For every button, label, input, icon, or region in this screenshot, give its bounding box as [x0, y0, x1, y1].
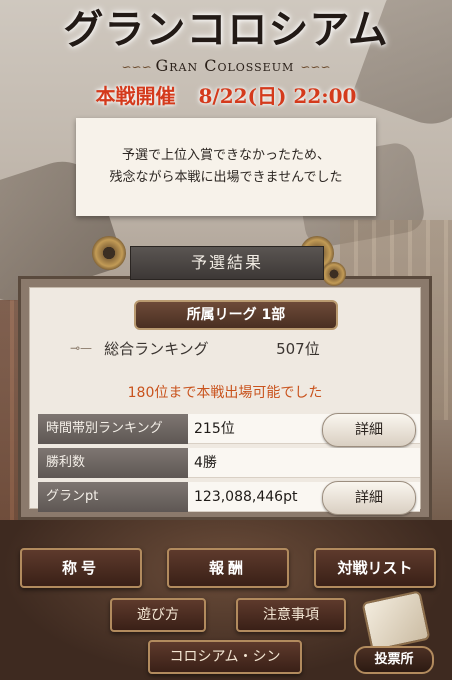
logo-subtitle: ∽∽∽ Gran Colosseum ∽∽∽: [0, 56, 452, 75]
vote-label: 投票所: [354, 646, 434, 674]
stat-label: 時間帯別ランキング: [38, 414, 188, 444]
event-schedule: 本戦開催 8/22(日) 22:00: [0, 80, 452, 109]
battle-list-button[interactable]: 対戦リスト: [314, 548, 436, 588]
vote-button[interactable]: 投票所: [352, 590, 434, 678]
reward-button[interactable]: 報酬: [167, 548, 289, 588]
overall-ranking-value: 507位: [276, 339, 320, 358]
results-tab-title: 予選結果: [130, 246, 324, 280]
results-panel: 所属リーグ 1部 ⊸— 総合ランキング 507位 180位まで本戦出場可能でした…: [18, 276, 432, 520]
stat-label: 勝利数: [38, 448, 188, 478]
overall-ranking-label: 総合ランキング: [104, 339, 209, 358]
how-to-play-button[interactable]: 遊び方: [110, 598, 206, 632]
ornament-icon: ⊸—: [70, 341, 93, 355]
results-panel-body: 所属リーグ 1部 ⊸— 総合ランキング 507位 180位まで本戦出場可能でした…: [29, 287, 421, 515]
gran-pt-detail-button[interactable]: 詳細: [322, 481, 416, 515]
gear-icon: [322, 262, 346, 286]
qualification-note: 180位まで本戦出場可能でした: [127, 385, 323, 401]
logo-subtitle-text: Gran Colosseum: [155, 56, 295, 75]
ornament-icon: ∽∽∽: [121, 60, 156, 74]
event-datetime: 8/22(日) 22:00: [198, 84, 357, 108]
gear-icon: [92, 236, 126, 270]
stat-row-wins: 勝利数 4勝: [38, 448, 420, 478]
overall-ranking: ⊸— 総合ランキング 507位: [70, 334, 390, 362]
time-ranking-detail-button[interactable]: 詳細: [322, 413, 416, 447]
notice-line: 予選で上位入賞できなかったため、: [121, 148, 330, 163]
logo-title: グランコロシアム: [63, 6, 389, 53]
stat-value: 4勝: [188, 448, 420, 478]
ornament-icon: ∽∽∽: [300, 60, 331, 74]
colosseum-scene-button[interactable]: コロシアム・シン: [148, 640, 302, 674]
stat-row-time-ranking: 時間帯別ランキング 215位 詳細: [38, 413, 420, 447]
title-button[interactable]: 称号: [20, 548, 142, 588]
stat-row-gran-pt: グランpt 123,088,446pt 詳細: [38, 481, 420, 515]
stat-label: グランpt: [38, 482, 188, 512]
notes-button[interactable]: 注意事項: [236, 598, 346, 632]
scroll-icon: [361, 590, 431, 652]
league-badge: 所属リーグ 1部: [134, 300, 338, 330]
notice-line: 残念ながら本戦に出場できませんでした: [109, 170, 343, 185]
elimination-notice: 予選で上位入賞できなかったため、 残念ながら本戦に出場できませんでした: [76, 118, 376, 216]
game-logo: グランコロシアム ∽∽∽ Gran Colosseum ∽∽∽: [0, 6, 452, 75]
event-label: 本戦開催: [95, 84, 176, 108]
